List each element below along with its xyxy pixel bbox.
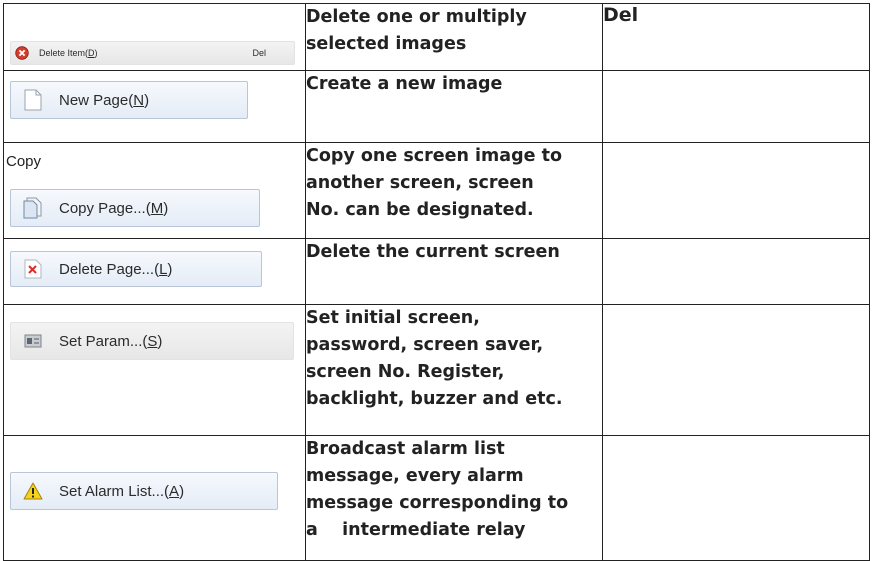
menu-cell: Set Param...(S): [3, 304, 306, 436]
table-row: Set Alarm List...(A) Broadcast alarm lis…: [3, 435, 870, 561]
set-param-button[interactable]: Set Param...(S): [10, 322, 294, 360]
new-page-button[interactable]: New Page(N): [10, 81, 248, 119]
menu-cell: Delete Page...(L): [3, 238, 306, 305]
shortcut-key-cell: Del: [602, 3, 870, 71]
delete-page-button[interactable]: Delete Page...(L): [10, 251, 262, 287]
shortcut-key-cell: [602, 304, 870, 436]
new-page-label: New Page(N): [59, 91, 150, 109]
shortcut-key-cell: [602, 435, 870, 561]
delete-page-label: Delete Page...(L): [59, 260, 173, 278]
set-param-icon: [21, 329, 45, 353]
table-row: Set Param...(S) Set initial screen, pass…: [3, 304, 870, 436]
delete-circle-icon: [15, 46, 29, 60]
delete-item-shortcut: Del: [252, 48, 266, 58]
set-alarm-list-button[interactable]: Set Alarm List...(A): [10, 472, 278, 510]
description-cell: Delete the current screen: [305, 238, 603, 305]
shortcut-key-cell: [602, 142, 870, 239]
menu-cell: New Page(N): [3, 70, 306, 143]
set-param-label: Set Param...(S): [59, 332, 163, 350]
menu-cell: Set Alarm List...(A): [3, 435, 306, 561]
set-alarm-list-label: Set Alarm List...(A): [59, 482, 185, 500]
description-cell: Set initial screen, password, screen sav…: [305, 304, 603, 436]
copy-page-icon: [21, 196, 45, 220]
new-page-icon: [21, 88, 45, 112]
shortcut-key-cell: [602, 238, 870, 305]
command-table: Delete Item(D) Del Delete one or multipl…: [3, 3, 870, 561]
description-cell: Delete one or multiply selected images: [305, 3, 603, 71]
delete-item-menu[interactable]: Delete Item(D) Del: [10, 41, 295, 65]
table-row: New Page(N) Create a new image: [3, 70, 870, 143]
description-cell: Copy one screen image to another screen,…: [305, 142, 603, 239]
menu-cell: Copy Copy Page...(M): [3, 142, 306, 239]
delete-page-icon: [21, 257, 45, 281]
copy-page-label: Copy Page...(M): [59, 199, 169, 217]
delete-item-label: Delete Item(D): [39, 48, 98, 58]
table-row: Copy Copy Page...(M) Copy one screen ima…: [3, 142, 870, 239]
menu-cell: Delete Item(D) Del: [3, 3, 306, 71]
description-cell: Broadcast alarm list message, every alar…: [305, 435, 603, 561]
copy-page-button[interactable]: Copy Page...(M): [10, 189, 260, 227]
description-cell: Create a new image: [305, 70, 603, 143]
shortcut-key-cell: [602, 70, 870, 143]
table-row: Delete Item(D) Del Delete one or multipl…: [3, 3, 870, 71]
table-row: Delete Page...(L) Delete the current scr…: [3, 238, 870, 305]
warning-icon: [21, 479, 45, 503]
copy-caption: Copy: [6, 153, 42, 170]
